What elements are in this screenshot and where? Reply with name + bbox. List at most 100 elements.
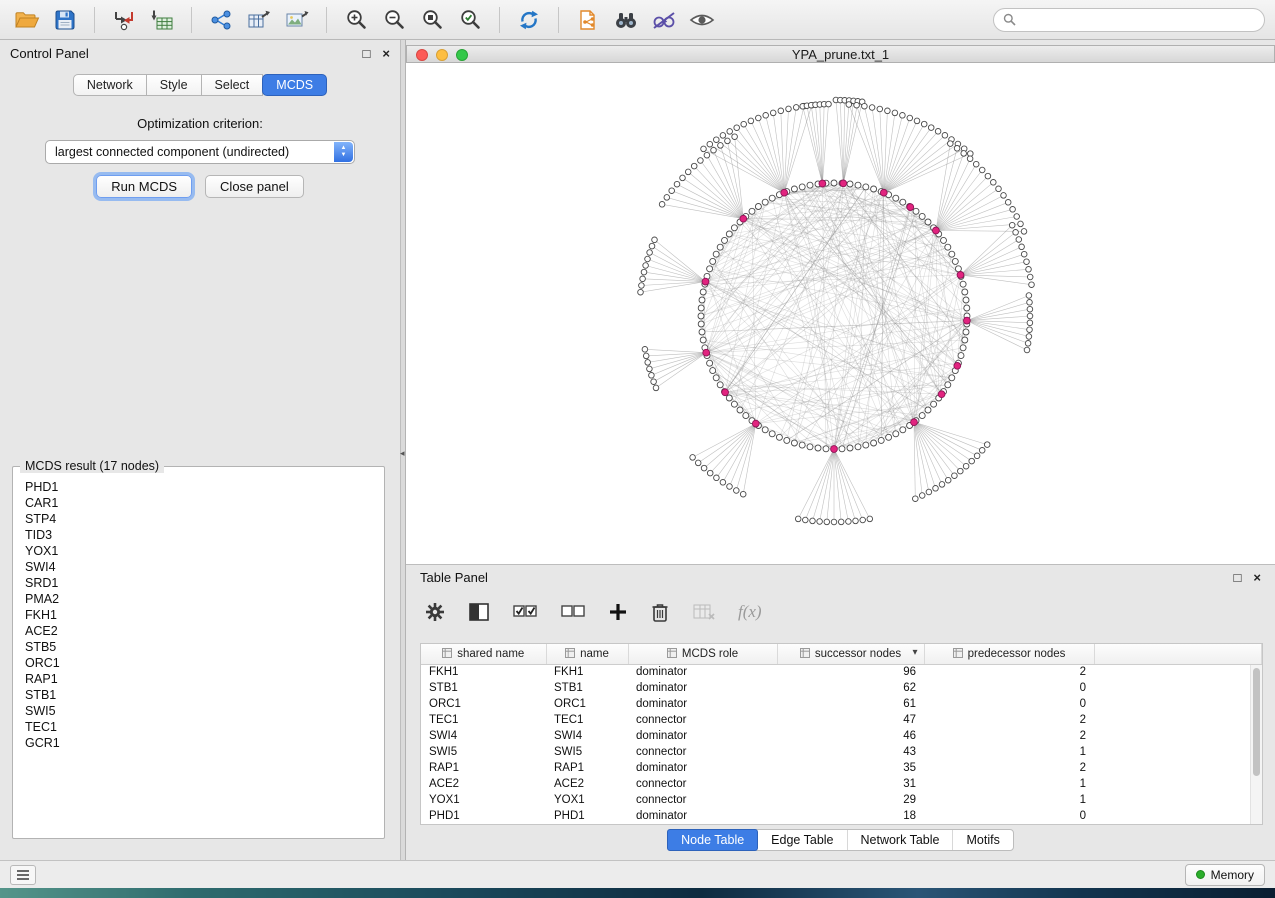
zoom-selected-button[interactable] [453, 5, 487, 35]
panel-menu-button[interactable] [10, 865, 36, 885]
network-window-titlebar[interactable]: YPA_prune.txt_1 [406, 45, 1275, 63]
mcds-result-item[interactable]: TID3 [17, 527, 380, 543]
close-panel-icon[interactable]: × [382, 47, 390, 60]
export-image-button[interactable] [280, 5, 314, 35]
tab-motifs[interactable]: Motifs [953, 830, 1012, 850]
tab-mcds[interactable]: MCDS [262, 74, 327, 96]
table-row[interactable]: ORC1ORC1dominator610 [421, 696, 1262, 712]
tab-select[interactable]: Select [201, 74, 264, 96]
column-header-name[interactable]: name [546, 644, 628, 664]
open-file-button[interactable] [10, 5, 44, 35]
mcds-result-item[interactable]: RAP1 [17, 671, 380, 687]
traffic-lights [416, 49, 468, 61]
tab-node-table[interactable]: Node Table [667, 829, 758, 851]
show-eye-button[interactable] [685, 5, 719, 35]
mcds-result-item[interactable]: SWI4 [17, 559, 380, 575]
table-row[interactable]: RAP1RAP1dominator352 [421, 760, 1262, 776]
import-network-file-button[interactable] [107, 5, 141, 35]
mcds-result-item[interactable]: PMA2 [17, 591, 380, 607]
cell-filler [1094, 712, 1262, 728]
mcds-result-item[interactable]: YOX1 [17, 543, 380, 559]
dropdown-down-arrow-icon: ▼ [341, 152, 347, 159]
table-options-button[interactable] [424, 601, 446, 623]
close-table-panel-icon[interactable]: × [1253, 571, 1261, 584]
close-panel-button[interactable]: Close panel [205, 175, 304, 198]
export-table-button[interactable] [242, 5, 276, 35]
global-search-box[interactable] [993, 8, 1265, 32]
main-toolbar [0, 0, 1275, 40]
table-row[interactable]: TEC1TEC1connector472 [421, 712, 1262, 728]
delete-column-button[interactable] [650, 601, 670, 623]
network-canvas[interactable] [406, 63, 1275, 564]
deselect-all-button[interactable] [560, 602, 586, 622]
column-header-shared-name[interactable]: shared name [421, 644, 546, 664]
maximize-traffic-light[interactable] [456, 49, 468, 61]
mcds-result-item[interactable]: PHD1 [17, 479, 380, 495]
search-input[interactable] [1022, 13, 1255, 27]
minimize-traffic-light[interactable] [436, 49, 448, 61]
zoom-in-button[interactable] [339, 5, 373, 35]
run-mcds-button[interactable]: Run MCDS [96, 175, 192, 198]
table-panel-title: Table Panel [420, 570, 488, 585]
table-row[interactable]: ACE2ACE2connector311 [421, 776, 1262, 792]
column-header-successor-nodes[interactable]: successor nodes▾ [777, 644, 924, 664]
import-table-file-button[interactable] [145, 5, 179, 35]
mcds-result-item[interactable]: GCR1 [17, 735, 380, 751]
hide-glasses-button[interactable] [647, 5, 681, 35]
mcds-result-item[interactable]: CAR1 [17, 495, 380, 511]
select-all-button[interactable] [512, 602, 538, 622]
plus-icon [608, 602, 628, 622]
cell-shared-name: PHD1 [421, 808, 546, 824]
mcds-result-item[interactable]: ORC1 [17, 655, 380, 671]
cell-predecessor-nodes: 0 [924, 808, 1094, 824]
table-row[interactable]: SWI4SWI4dominator462 [421, 728, 1262, 744]
mcds-result-item[interactable]: FKH1 [17, 607, 380, 623]
table-scrollbar-thumb[interactable] [1253, 668, 1260, 776]
close-traffic-light[interactable] [416, 49, 428, 61]
mcds-result-item[interactable]: SWI5 [17, 703, 380, 719]
memory-button[interactable]: Memory [1185, 864, 1265, 886]
column-header-MCDS-role[interactable]: MCDS role [628, 644, 777, 664]
tab-network[interactable]: Network [73, 74, 147, 96]
add-column-button[interactable] [608, 602, 628, 622]
search-network-button[interactable] [609, 5, 643, 35]
export-network-button[interactable] [204, 5, 238, 35]
table-row[interactable]: STB1STB1dominator620 [421, 680, 1262, 696]
network-graph[interactable] [406, 63, 1275, 564]
table-row[interactable]: YOX1YOX1connector291 [421, 792, 1262, 808]
column-header-label: name [580, 648, 609, 660]
list-menu-icon [16, 869, 30, 881]
function-builder-button[interactable]: f(x) [738, 602, 762, 622]
mcds-result-item[interactable]: TEC1 [17, 719, 380, 735]
table-scrollbar[interactable] [1250, 665, 1262, 824]
float-panel-icon[interactable]: □ [363, 47, 371, 60]
zoom-out-button[interactable] [377, 5, 411, 35]
tab-edge-table[interactable]: Edge Table [758, 830, 847, 850]
splitter-collapse-icon[interactable]: ◂ [400, 448, 405, 459]
show-columns-button[interactable] [468, 602, 490, 622]
cell-filler [1094, 744, 1262, 760]
mcds-result-item[interactable]: SRD1 [17, 575, 380, 591]
table-row[interactable]: PHD1PHD1dominator180 [421, 808, 1262, 824]
mcds-result-item[interactable]: STP4 [17, 511, 380, 527]
tab-network-table[interactable]: Network Table [848, 830, 954, 850]
mcds-result-item[interactable]: ACE2 [17, 623, 380, 639]
cell-name: FKH1 [546, 664, 628, 680]
zoom-fit-button[interactable] [415, 5, 449, 35]
save-session-button[interactable] [48, 5, 82, 35]
column-header-predecessor-nodes[interactable]: predecessor nodes [924, 644, 1094, 664]
filter-chevron-icon[interactable]: ▾ [912, 647, 917, 658]
mcds-result-item[interactable]: STB1 [17, 687, 380, 703]
table-row[interactable]: FKH1FKH1dominator962 [421, 664, 1262, 680]
criterion-dropdown[interactable]: largest connected component (undirected)… [45, 140, 355, 164]
refresh-layout-button[interactable] [512, 5, 546, 35]
node-table: shared name name MCDS rolesuccessor nodes▾… [420, 643, 1263, 825]
cell-name: ACE2 [546, 776, 628, 792]
cell-MCDS-role: dominator [628, 696, 777, 712]
tab-style[interactable]: Style [146, 74, 202, 96]
float-table-panel-icon[interactable]: □ [1234, 571, 1242, 584]
table-row[interactable]: SWI5SWI5connector431 [421, 744, 1262, 760]
mcds-result-item[interactable]: STB5 [17, 639, 380, 655]
share-document-button[interactable] [571, 5, 605, 35]
cell-successor-nodes: 62 [777, 680, 924, 696]
